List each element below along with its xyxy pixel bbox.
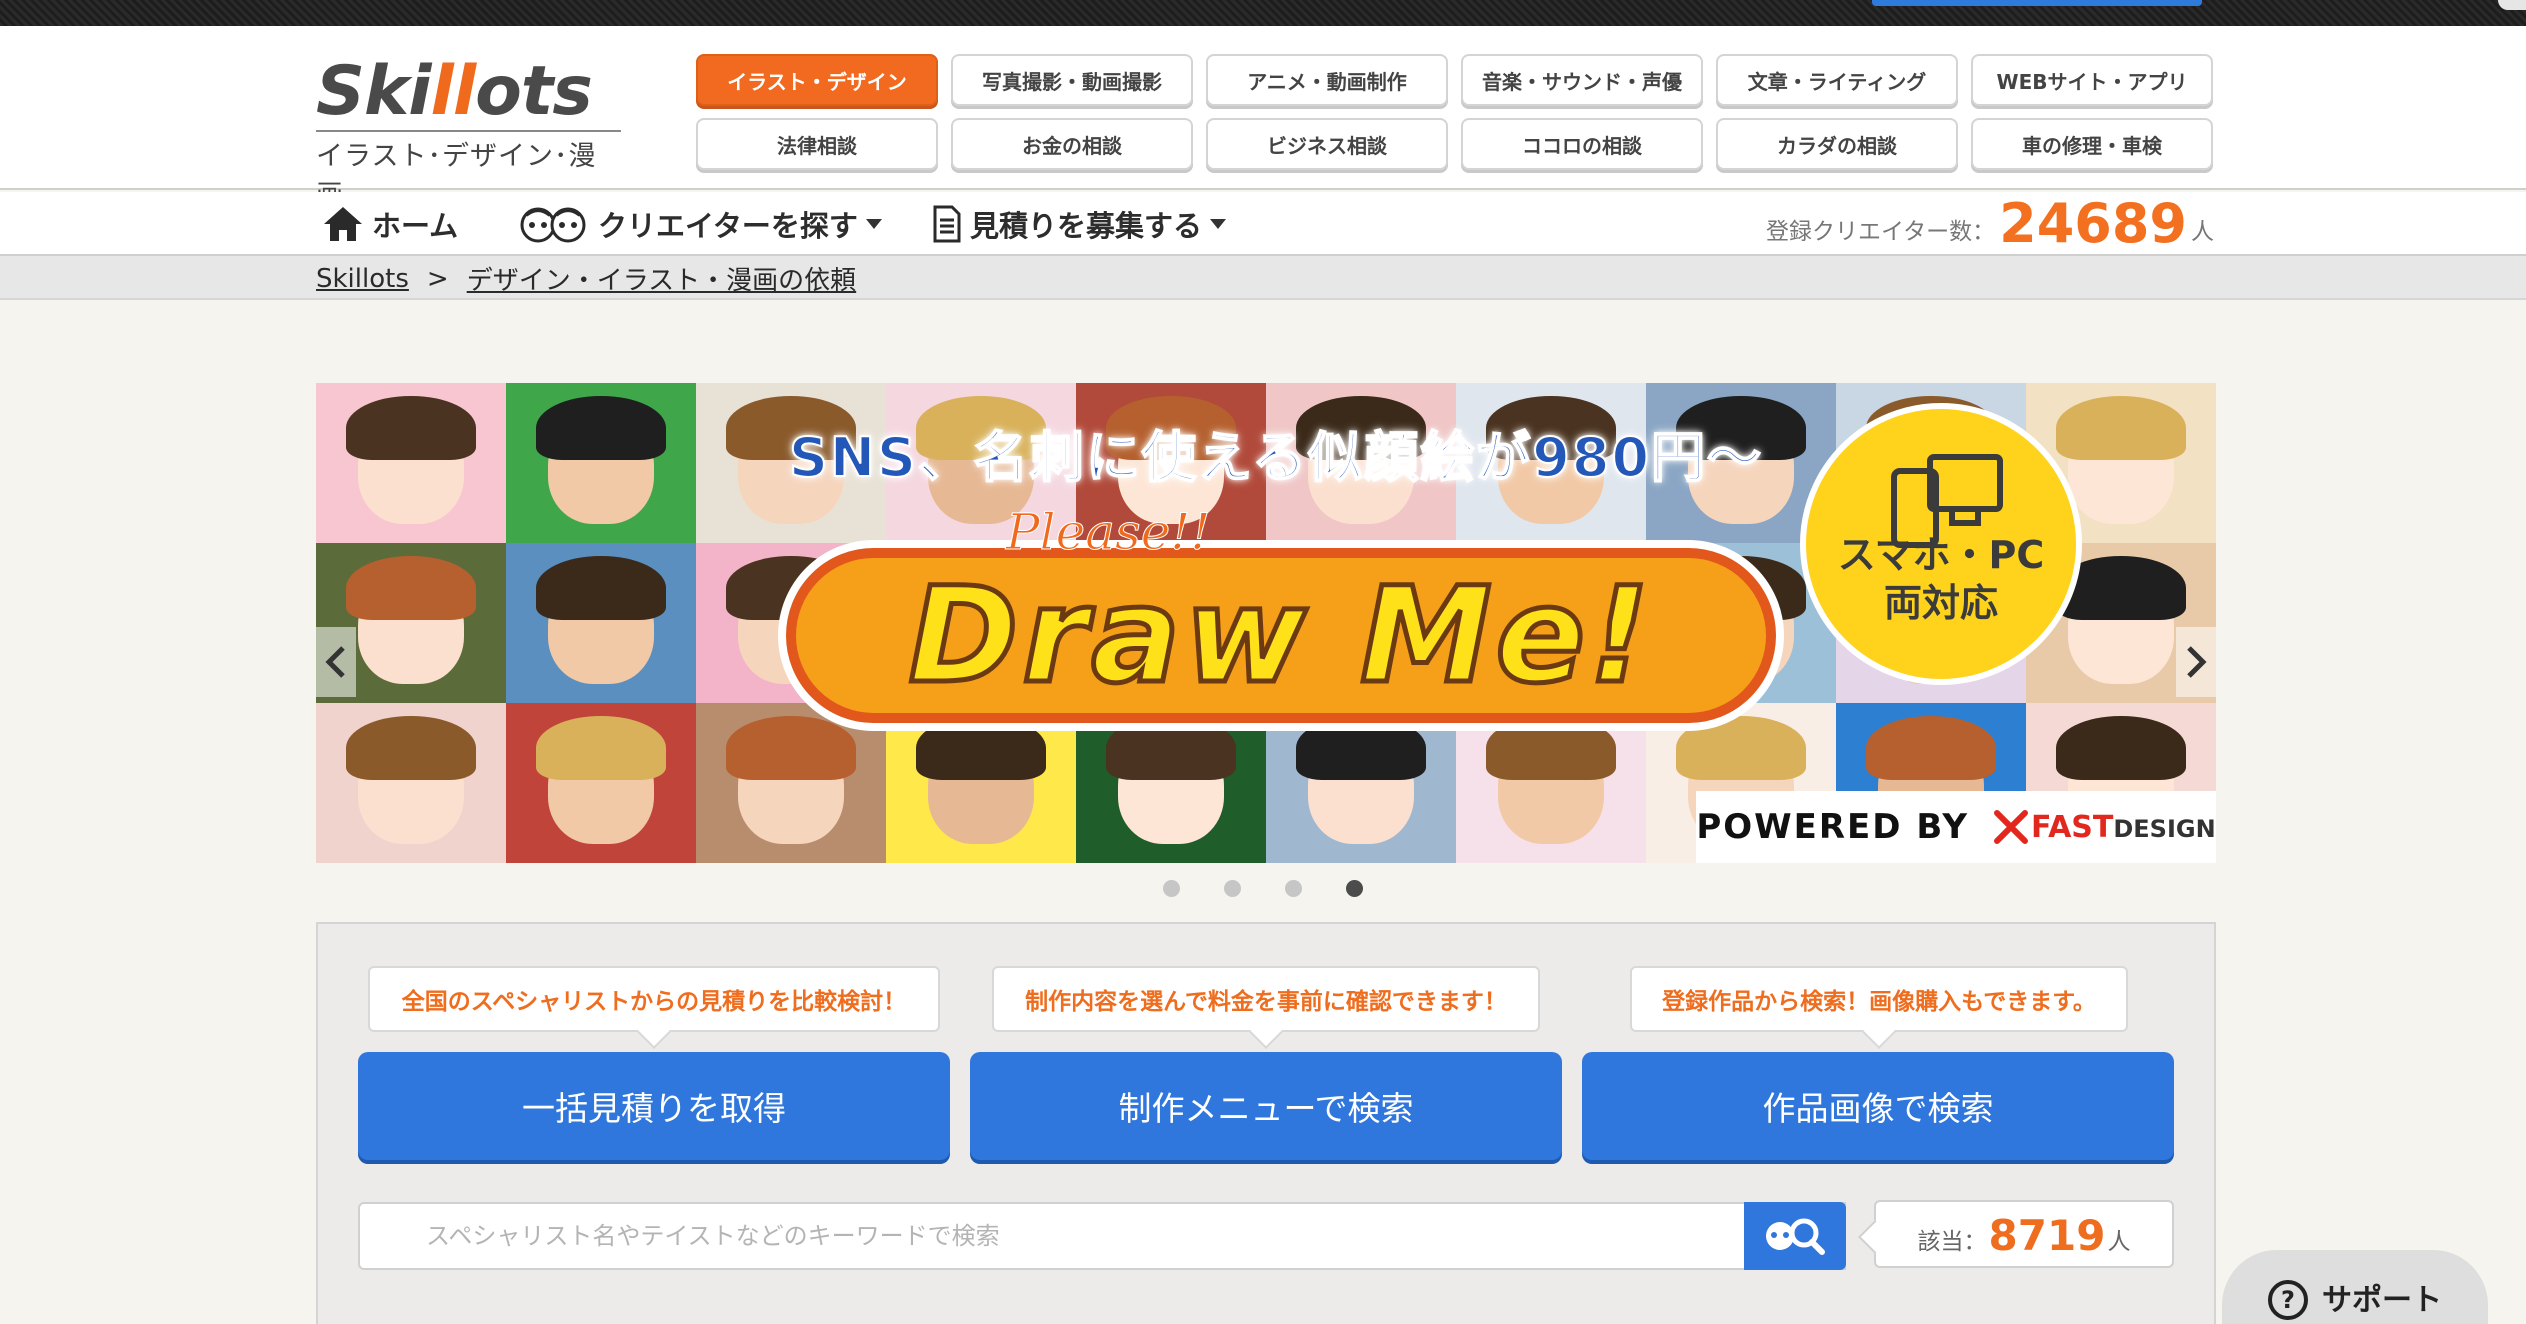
- carousel-prev-button[interactable]: [316, 627, 356, 697]
- category-grid: イラスト・デザイン 写真撮影・動画撮影 アニメ・動画制作 音楽・サウンド・声優 文章・ラ…: [696, 54, 2213, 170]
- portrait-tile: [506, 703, 696, 863]
- banner-device-bubble: スマホ・PC 両対応: [1800, 403, 2082, 685]
- tip-image: 登録作品から検索！画像購入もできます。: [1630, 966, 2128, 1032]
- portrait-tile: [886, 703, 1076, 863]
- carousel-next-button[interactable]: [2176, 627, 2216, 697]
- tip-menu: 制作内容を選んで料金を事前に確認できます！: [992, 966, 1540, 1032]
- main-nav: ホーム クリエイターを探す 見積りを募集する 登録クリエイター数： 24689 …: [0, 192, 2526, 256]
- bulk-estimate-button[interactable]: 一括見積りを取得: [358, 1052, 950, 1160]
- category-button[interactable]: 法律相談: [696, 118, 938, 170]
- tip-estimate: 全国のスペシャリストからの見積りを比較検討！: [368, 966, 940, 1032]
- banner-please-text: Please!!: [1005, 503, 1211, 562]
- devices-icon: [1891, 454, 2003, 548]
- portrait-tile: [696, 703, 886, 863]
- category-button[interactable]: カラダの相談: [1716, 118, 1958, 170]
- site-header: Skillots イラスト･デザイン･漫画 イラスト・デザイン写真撮影・動画撮影…: [0, 26, 2526, 211]
- nav-post-estimate[interactable]: 見積りを募集する: [932, 202, 1227, 246]
- fastdesign-logo: FASTDESIGN: [2031, 809, 2216, 845]
- nav-find-creator-label: クリエイターを探す: [598, 209, 858, 243]
- breadcrumb-bar: Skillots > デザイン・イラスト・漫画の依頼: [0, 256, 2526, 300]
- portrait-tile: [1266, 703, 1456, 863]
- top-blue-tab[interactable]: [1872, 0, 2202, 6]
- result-count: 該当： 8719 人: [1874, 1200, 2174, 1268]
- nav-home[interactable]: ホーム: [322, 202, 458, 246]
- corner-indicator: [2498, 0, 2526, 10]
- carousel-dot[interactable]: [1346, 880, 1363, 897]
- banner-headline: SNS、名刺に使える似顔絵が980円～: [788, 425, 1764, 490]
- category-button[interactable]: 音楽・サウンド・声優: [1461, 54, 1703, 106]
- portrait-tile: [506, 543, 696, 703]
- top-strip: [0, 0, 2526, 26]
- creator-count-label: 登録クリエイター数：: [1766, 219, 1996, 245]
- nav-home-label: ホーム: [372, 209, 459, 243]
- result-count-value: 8719: [1988, 1211, 2106, 1260]
- banner-drawme-text: Draw Me!: [906, 556, 1654, 715]
- category-button[interactable]: 車の修理・車検: [1971, 118, 2213, 170]
- menu-search-button[interactable]: 制作メニューで検索: [970, 1052, 1562, 1160]
- category-button[interactable]: 写真撮影・動画撮影: [951, 54, 1193, 106]
- portrait-tile: [316, 383, 506, 543]
- carousel-dot[interactable]: [1285, 880, 1302, 897]
- banner-powered-by: POWERED BY FASTDESIGN: [1696, 791, 2216, 863]
- help-icon: ?: [2268, 1280, 2308, 1320]
- breadcrumb-current-link[interactable]: デザイン・イラスト・漫画の依頼: [467, 260, 856, 297]
- carousel-dot[interactable]: [1163, 880, 1180, 897]
- keyword-search-input[interactable]: [360, 1204, 1844, 1268]
- category-button[interactable]: お金の相談: [951, 118, 1193, 170]
- category-button[interactable]: ココロの相談: [1461, 118, 1703, 170]
- category-button[interactable]: ビジネス相談: [1206, 118, 1448, 170]
- keyword-search-box: [358, 1202, 1846, 1270]
- portrait-tile: [506, 383, 696, 543]
- category-button[interactable]: イラスト・デザイン: [696, 54, 938, 106]
- support-button[interactable]: ? サポート: [2222, 1250, 2488, 1324]
- breadcrumb-separator: >: [426, 263, 449, 294]
- support-label: サポート: [2322, 1283, 2442, 1318]
- category-button[interactable]: 文章・ライティング: [1716, 54, 1958, 106]
- hero-banner[interactable]: SNS、名刺に使える似顔絵が980円～ Draw Me! Please!! スマ…: [316, 383, 2216, 863]
- document-icon: [933, 205, 961, 243]
- result-count-label: 該当：: [1917, 1229, 1987, 1255]
- portrait-tile: [1456, 703, 1646, 863]
- logo-word: Skillots: [316, 52, 593, 131]
- result-count-unit: 人: [2107, 1229, 2131, 1255]
- banner-drawme-badge: Draw Me!: [786, 548, 1776, 723]
- chevron-left-icon: [325, 646, 345, 678]
- creator-count-value: 24689: [1999, 192, 2187, 255]
- breadcrumb-root-link[interactable]: Skillots: [316, 264, 409, 294]
- creators-icon: [520, 207, 586, 243]
- home-icon: [324, 207, 362, 241]
- chevron-right-icon: [2187, 646, 2207, 678]
- creator-count: 登録クリエイター数： 24689 人: [1766, 194, 2214, 254]
- chevron-down-icon: [865, 219, 882, 229]
- keyword-search-button[interactable]: [1744, 1202, 1846, 1270]
- category-button[interactable]: アニメ・動画制作: [1206, 54, 1448, 106]
- breadcrumb: Skillots > デザイン・イラスト・漫画の依頼: [316, 260, 856, 297]
- carousel-dots: [1163, 880, 1363, 897]
- search-panel: 全国のスペシャリストからの見積りを比較検討！ 制作内容を選んで料金を事前に確認で…: [316, 922, 2216, 1324]
- category-button[interactable]: WEBサイト・アプリ: [1971, 54, 2213, 106]
- carousel-dot[interactable]: [1224, 880, 1241, 897]
- site-logo[interactable]: Skillots イラスト･デザイン･漫画: [316, 54, 621, 212]
- creator-count-unit: 人: [2191, 219, 2214, 245]
- chevron-down-icon: [1210, 219, 1227, 229]
- powered-by-text: POWERED BY: [1696, 807, 1970, 847]
- portrait-tile: [316, 703, 506, 863]
- image-search-button[interactable]: 作品画像で検索: [1582, 1052, 2174, 1160]
- search-icon: [1766, 1218, 1825, 1255]
- nav-find-creator[interactable]: クリエイターを探す: [518, 202, 882, 246]
- nav-post-estimate-label: 見積りを募集する: [970, 209, 1203, 243]
- bubble-line2: 両対応: [1883, 581, 1998, 625]
- portrait-tile: [1076, 703, 1266, 863]
- scissors-icon: [1994, 810, 2029, 844]
